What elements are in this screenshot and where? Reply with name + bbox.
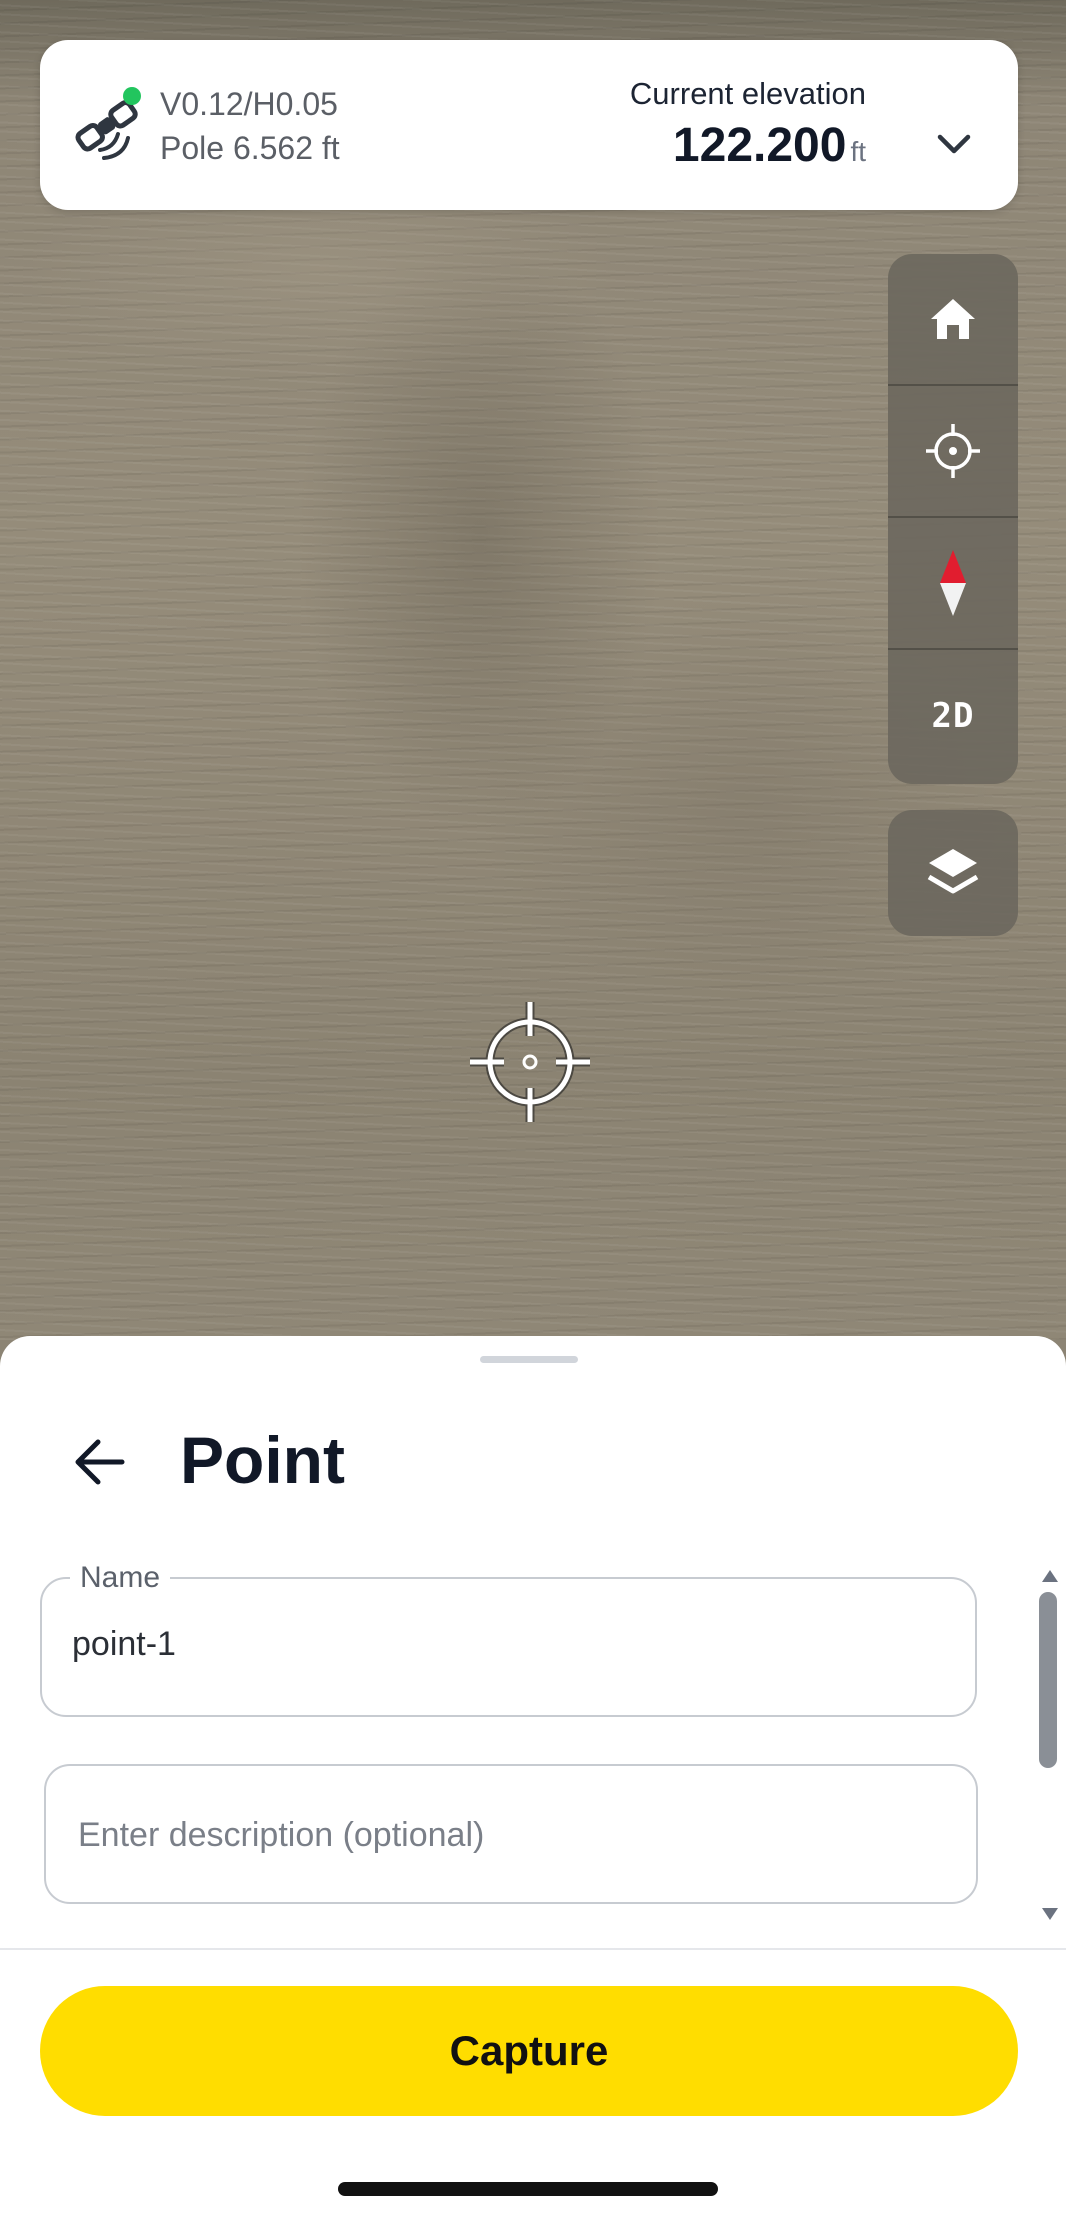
pole-height-text: Pole 6.562 ft — [160, 130, 340, 166]
point-bottom-sheet: Point Name Capture — [0, 1336, 1066, 2215]
satellite-icon — [75, 87, 141, 160]
layers-button[interactable] — [888, 810, 1018, 936]
scroll-down-arrow-icon[interactable] — [1042, 1908, 1058, 1920]
view-mode-button[interactable]: 2D — [888, 650, 1018, 782]
elevation-label: Current elevation — [629, 76, 866, 111]
capture-button[interactable]: Capture — [40, 1986, 1018, 2116]
description-field[interactable] — [44, 1764, 978, 1904]
precision-text: V0.12/H0.05 — [160, 86, 338, 122]
connection-status-dot — [123, 87, 141, 105]
view-mode-label: 2D — [931, 696, 975, 736]
name-field-label: Name — [70, 1561, 171, 1595]
app-screen: V0.12/H0.05 Pole 6.562 ft Current elevat… — [0, 0, 1066, 2215]
name-field[interactable]: Name — [40, 1561, 977, 1717]
status-card[interactable]: V0.12/H0.05 Pole 6.562 ft Current elevat… — [40, 40, 1018, 210]
home-icon — [931, 299, 975, 339]
locate-button[interactable] — [888, 386, 1018, 518]
compass-icon — [940, 550, 966, 616]
name-input[interactable] — [72, 1619, 932, 1669]
form-scrollbar[interactable] — [1036, 1570, 1062, 1920]
elevation-unit: ft — [850, 136, 866, 167]
crosshair-icon — [926, 424, 980, 478]
status-text: V0.12/H0.05 Pole 6.562 ft — [160, 82, 340, 170]
sheet-divider — [0, 1948, 1066, 1950]
elevation-value: 122.200 — [672, 119, 847, 172]
scrollbar-thumb[interactable] — [1039, 1592, 1057, 1768]
scroll-up-arrow-icon[interactable] — [1042, 1570, 1058, 1582]
sheet-title: Point — [180, 1423, 345, 1497]
compass-button[interactable] — [888, 518, 1018, 650]
layers-icon — [927, 849, 979, 894]
map-tool-stack: 2D — [888, 254, 1018, 784]
target-crosshair-icon — [470, 1002, 590, 1122]
home-button[interactable] — [888, 254, 1018, 386]
elevation-readout: Current elevation 122.200 ft — [630, 74, 866, 185]
chevron-down-icon[interactable] — [930, 120, 978, 168]
home-indicator[interactable] — [338, 2182, 718, 2196]
description-input[interactable] — [78, 1810, 938, 1860]
arrow-left-icon[interactable] — [64, 1426, 136, 1498]
sheet-drag-handle[interactable] — [480, 1356, 578, 1363]
